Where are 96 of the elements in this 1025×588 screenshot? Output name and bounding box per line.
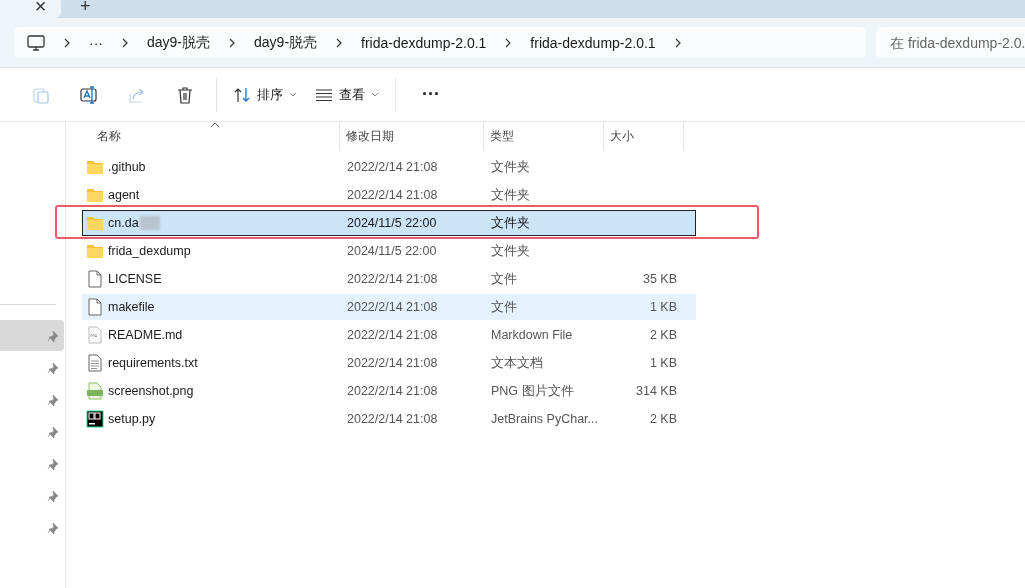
- text-file-icon: [86, 354, 104, 372]
- file-row[interactable]: frida_dexdump 2024/11/5 22:00 文件夹: [82, 238, 696, 264]
- sort-caret-icon: [210, 122, 220, 128]
- folder-icon: [86, 186, 104, 204]
- file-size: 35 KB: [642, 272, 677, 286]
- file-name: agent: [108, 188, 140, 202]
- file-name: frida_dexdump: [108, 244, 191, 258]
- more-button[interactable]: ···: [406, 77, 456, 112]
- rename-icon: [80, 85, 98, 104]
- modified-date: 2022/2/14 21:08: [346, 411, 439, 428]
- view-button[interactable]: 查看: [309, 77, 385, 112]
- file-type: 文件: [490, 298, 518, 316]
- file-size: 2 KB: [649, 328, 677, 342]
- sort-button[interactable]: 排序: [227, 77, 303, 112]
- file-type: 文件夹: [490, 242, 531, 260]
- folder-icon: [86, 214, 104, 232]
- file-type: 文本文档: [490, 354, 544, 372]
- breadcrumb-item[interactable]: day9-脱壳: [147, 33, 211, 52]
- chevron-icon: [228, 37, 237, 48]
- computer-icon: [27, 34, 45, 51]
- modified-date: 2024/11/5 22:00: [346, 215, 438, 232]
- list-icon: [315, 88, 333, 101]
- file-name: setup.py: [108, 412, 156, 426]
- breadcrumb-item[interactable]: frida-dexdump-2.0.1: [361, 34, 487, 51]
- breadcrumb-item[interactable]: day9-脱壳: [254, 33, 318, 52]
- file-name: README.md: [108, 328, 183, 342]
- file-icon: [86, 270, 104, 288]
- pycharm-file-icon: [86, 410, 104, 428]
- sort-icon: [233, 86, 251, 103]
- file-row[interactable]: README.md 2022/2/14 21:08 Markdown File 2 KB: [82, 322, 696, 348]
- folder-icon: [86, 242, 104, 260]
- modified-date: 2022/2/14 21:08: [346, 187, 439, 204]
- file-size: 2 KB: [649, 412, 677, 426]
- file-size: 314 KB: [636, 384, 677, 398]
- file-type: 文件夹: [490, 214, 531, 232]
- file-row[interactable]: requirements.txt 2022/2/14 21:08 文本文档 1 KB: [82, 350, 696, 376]
- file-row[interactable]: screenshot.png 2022/2/14 21:08 PNG 图片文件 314 KB: [82, 378, 696, 404]
- modified-date: 2022/2/14 21:08: [346, 159, 439, 176]
- chevron-icon: [335, 37, 344, 48]
- column-header[interactable]: 名称: [66, 122, 340, 150]
- chevron-icon: [121, 37, 129, 48]
- sidebar-item[interactable]: [0, 320, 64, 351]
- file-type: 文件夹: [490, 158, 531, 176]
- browser-tab[interactable]: ×: [0, 0, 61, 18]
- pin-icon: [47, 457, 59, 470]
- close-button[interactable]: ×: [34, 0, 47, 12]
- chevron-icon: [673, 37, 682, 48]
- column-header[interactable]: 修改日期: [340, 122, 484, 150]
- file-row[interactable]: makefile 2022/2/14 21:08 文件 1 KB: [82, 294, 696, 320]
- chevron-icon: [504, 37, 513, 48]
- pin-icon: [47, 425, 59, 438]
- file-name: makefile: [108, 300, 155, 314]
- breadcrumb-item[interactable]: frida-dexdump-2.0.1: [530, 34, 656, 51]
- chevron-icon: [63, 37, 71, 48]
- new-tab-button[interactable]: +: [76, 0, 95, 12]
- caret-icon: [371, 91, 379, 98]
- modified-date: 2024/11/5 22:00: [346, 243, 438, 260]
- address-bar[interactable]: ··· day9-脱壳 day9-脱壳 frida-dexdump-2.0.1 frida-dexdump-2.0.1: [14, 27, 866, 58]
- file-name: screenshot.png: [108, 384, 194, 398]
- caret-icon: [289, 91, 297, 98]
- column-header[interactable]: 大小: [604, 122, 684, 150]
- file-size: 1 KB: [649, 300, 677, 314]
- file-icon: [86, 298, 104, 316]
- file-name: cn.da: [108, 216, 139, 230]
- modified-date: 2022/2/14 21:08: [346, 299, 439, 316]
- file-name: requirements.txt: [108, 356, 198, 370]
- modified-date: 2022/2/14 21:08: [346, 327, 439, 344]
- file-type: PNG 图片文件: [490, 382, 575, 400]
- column-header[interactable]: 类型: [484, 122, 604, 150]
- pin-icon: [47, 393, 59, 406]
- modified-date: 2022/2/14 21:08: [346, 271, 439, 288]
- file-name: .github: [108, 160, 146, 174]
- file-size: 1 KB: [649, 356, 677, 370]
- file-type: 文件夹: [490, 186, 531, 204]
- trash-icon: [177, 85, 193, 104]
- image-file-icon: [86, 382, 104, 400]
- file-name: LICENSE: [108, 272, 162, 286]
- pin-icon: [47, 489, 59, 502]
- clipboard-icon: [33, 85, 49, 104]
- modified-date: 2022/2/14 21:08: [346, 355, 439, 372]
- file-row[interactable]: setup.py 2022/2/14 21:08 JetBrains PyChar... 2 KB: [82, 406, 696, 432]
- file-row[interactable]: .github 2022/2/14 21:08 文件夹: [82, 154, 696, 180]
- pin-icon: [47, 361, 59, 374]
- folder-icon: [86, 158, 104, 176]
- file-type: 文件: [490, 270, 518, 288]
- pin-icon: [47, 329, 59, 342]
- pin-icon: [47, 521, 59, 534]
- markdown-file-icon: [86, 326, 104, 344]
- file-row[interactable]: agent 2022/2/14 21:08 文件夹: [82, 182, 696, 208]
- search-field[interactable]: 在 frida-dexdump-2.0.: [876, 27, 1025, 58]
- file-row[interactable]: cn.da 2024/11/5 22:00 文件夹: [82, 210, 696, 236]
- file-type: JetBrains PyChar...: [490, 411, 599, 428]
- modified-date: 2022/2/14 21:08: [346, 383, 439, 400]
- file-row[interactable]: LICENSE 2022/2/14 21:08 文件 35 KB: [82, 266, 696, 292]
- breadcrumb-more[interactable]: ···: [89, 34, 103, 51]
- file-type: Markdown File: [490, 327, 574, 344]
